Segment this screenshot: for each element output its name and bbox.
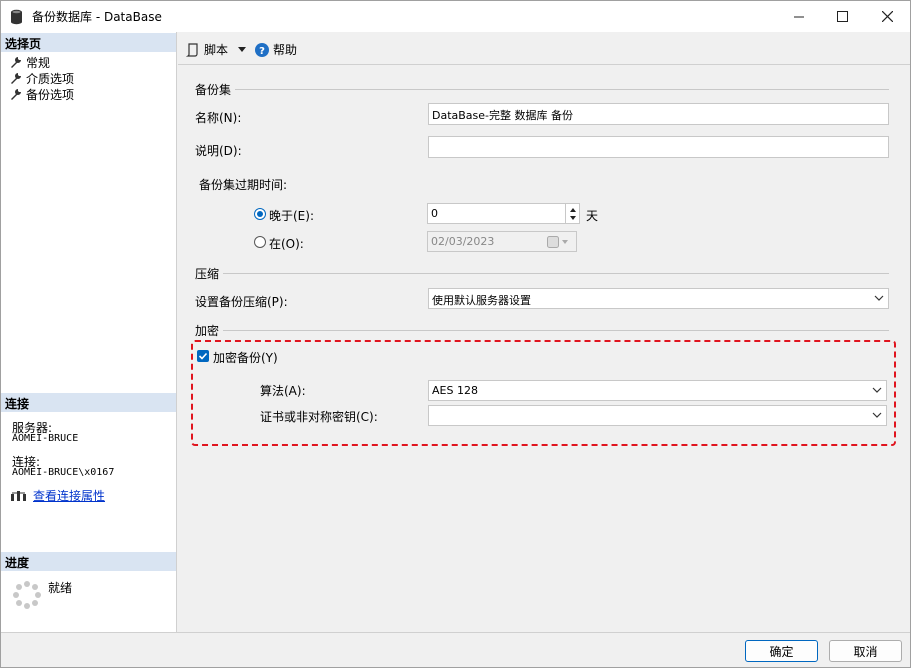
- compression-value: 使用默认服务器设置: [432, 294, 531, 307]
- close-icon: [881, 11, 893, 22]
- view-connection-properties[interactable]: 查看连接属性: [10, 487, 105, 504]
- after-label[interactable]: 晚于(E):: [269, 207, 314, 224]
- encryption-group-label: 加密: [195, 324, 220, 338]
- maximize-button[interactable]: [819, 1, 865, 32]
- ok-button[interactable]: 确定: [745, 640, 818, 662]
- description-label: 说明(D):: [195, 144, 242, 158]
- days-spinner[interactable]: [565, 204, 579, 224]
- checkmark-icon: [198, 352, 208, 360]
- compression-select[interactable]: 使用默认服务器设置: [428, 288, 889, 309]
- connection-value: AOMEI-BRUCE\x0167: [12, 467, 115, 478]
- view-connection-properties-link[interactable]: 查看连接属性: [33, 487, 105, 504]
- chevron-down-icon: [872, 412, 882, 418]
- chevron-down-icon: [872, 387, 882, 393]
- title-bar[interactable]: 备份数据库 - DataBase: [1, 1, 910, 32]
- encrypt-backup-label[interactable]: 加密备份(Y): [213, 349, 278, 366]
- minimize-icon: [793, 16, 804, 18]
- group-divider: [223, 330, 889, 331]
- cancel-button[interactable]: 取消: [829, 640, 902, 662]
- compression-label: 设置备份压缩(P):: [195, 295, 288, 309]
- after-days-input[interactable]: 0: [427, 203, 580, 224]
- close-button[interactable]: [864, 1, 910, 32]
- window-title: 备份数据库 - DataBase: [32, 10, 162, 24]
- help-button[interactable]: ? 帮助: [255, 41, 297, 58]
- progress-header: 进度: [1, 552, 176, 571]
- footer-divider: [1, 632, 910, 633]
- certificate-select[interactable]: [428, 405, 887, 426]
- select-page-header: 选择页: [1, 33, 176, 52]
- name-input[interactable]: DataBase-完整 数据库 备份: [428, 103, 889, 125]
- progress-status: 就绪: [48, 581, 73, 595]
- help-icon: ?: [255, 42, 269, 57]
- on-date-input[interactable]: 02/03/2023: [427, 231, 577, 252]
- wrench-icon: [11, 73, 21, 84]
- connection-properties-icon: [11, 490, 26, 501]
- server-value: AOMEI-BRUCE: [12, 433, 79, 444]
- wrench-icon: [11, 89, 21, 100]
- spinner-arrows-icon: [570, 208, 576, 220]
- page-item-backup-options[interactable]: 备份选项: [9, 86, 74, 103]
- page-item-label: 备份选项: [26, 88, 75, 102]
- description-input[interactable]: [428, 136, 889, 158]
- expire-label: 备份集过期时间:: [199, 178, 288, 192]
- after-days-value: 0: [431, 207, 438, 220]
- script-label: 脚本: [204, 43, 229, 57]
- backup-set-group-label: 备份集: [195, 83, 232, 97]
- chevron-down-icon: [874, 295, 884, 301]
- days-unit-label: 天: [586, 209, 599, 223]
- name-label: 名称(N):: [195, 111, 242, 125]
- encrypt-backup-checkbox[interactable]: [197, 350, 209, 362]
- algorithm-value: AES 128: [432, 384, 478, 397]
- left-panel: 选择页 常规 介质选项 备份选项 连接 服务器: AOMEI-BRUCE 连接:…: [1, 32, 177, 632]
- on-radio[interactable]: [254, 236, 266, 248]
- main-panel: 脚本 ? 帮助 备份集 名称(N): DataBase-完整 数据库 备份 说明…: [178, 32, 910, 632]
- group-divider: [235, 89, 889, 90]
- toolbar: 脚本 ? 帮助: [178, 32, 910, 65]
- script-button[interactable]: 脚本: [186, 41, 247, 58]
- algorithm-select[interactable]: AES 128: [428, 380, 887, 401]
- compression-group-label: 压缩: [195, 267, 220, 281]
- chevron-down-icon[interactable]: [238, 47, 247, 52]
- calendar-dropdown-icon[interactable]: [547, 236, 571, 248]
- on-date-value: 02/03/2023: [431, 235, 495, 248]
- database-icon: [11, 9, 22, 25]
- page-item-media-options[interactable]: 介质选项: [9, 70, 74, 87]
- page-item-label: 介质选项: [26, 72, 75, 86]
- progress-spinner-icon: [13, 581, 41, 609]
- algorithm-label: 算法(A):: [260, 384, 306, 398]
- certificate-label: 证书或非对称密钥(C):: [260, 410, 378, 424]
- minimize-button[interactable]: [776, 1, 822, 32]
- page-item-general[interactable]: 常规: [9, 54, 50, 71]
- wrench-icon: [11, 57, 21, 68]
- group-divider: [223, 273, 889, 274]
- after-radio[interactable]: [254, 208, 266, 220]
- script-icon: [186, 42, 198, 57]
- maximize-icon: [836, 11, 848, 22]
- help-label: 帮助: [273, 43, 298, 57]
- backup-database-window: 备份数据库 - DataBase 选择页 常规 介质选项 备份选项 连接 服务器…: [0, 0, 911, 668]
- on-label[interactable]: 在(O):: [269, 235, 304, 252]
- page-item-label: 常规: [26, 56, 51, 70]
- svg-text:?: ?: [259, 46, 265, 57]
- connection-header: 连接: [1, 393, 176, 412]
